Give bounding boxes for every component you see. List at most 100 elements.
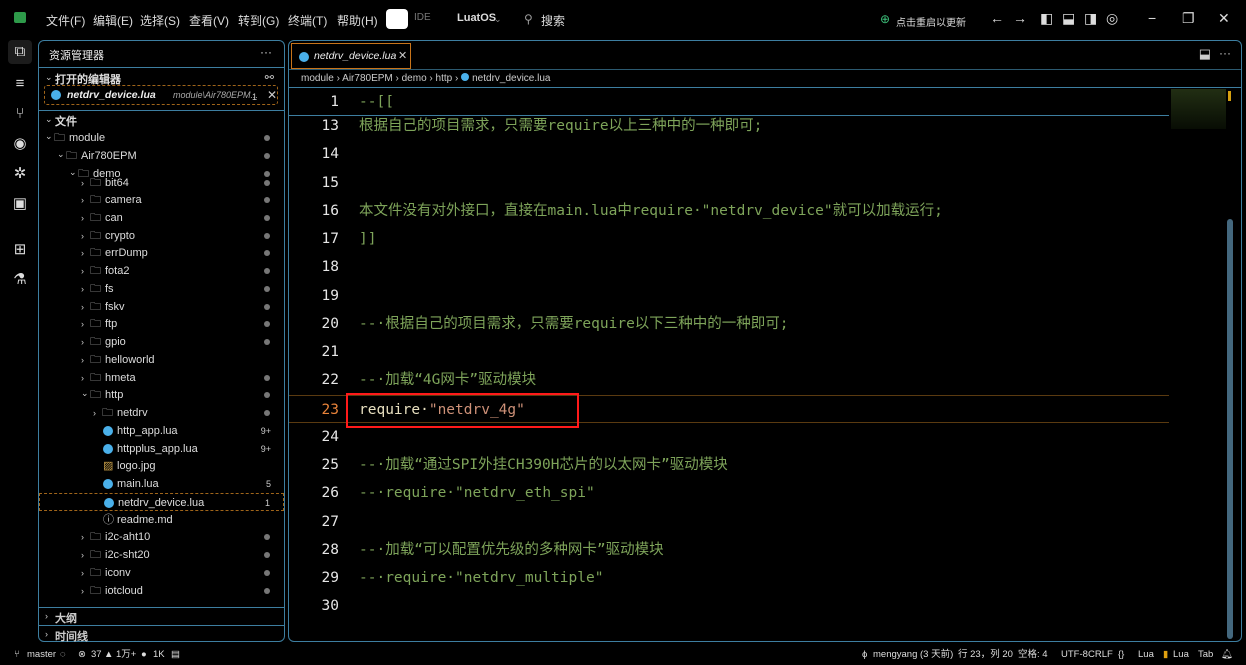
tree-item[interactable]: › 🗀︎ can [39, 209, 284, 227]
braces-icon[interactable]: {} [1118, 645, 1124, 665]
chevron-down-icon[interactable]: ⌄ [45, 129, 53, 145]
more-icon[interactable]: ··· [1219, 46, 1231, 60]
menu-item[interactable]: 查看(V) [189, 12, 229, 29]
files-header[interactable]: 文件 [55, 113, 77, 129]
chevron-down-icon[interactable]: ⌄ [81, 384, 89, 402]
menu-item[interactable]: 转到(G) [238, 12, 279, 29]
minimap[interactable] [1171, 89, 1226, 129]
chevron-right-icon[interactable]: › [81, 582, 84, 600]
tree-item[interactable]: › 🗀︎ helloworld [39, 351, 284, 369]
open-editor-item[interactable]: netdrv_device.lua module\Air780EPM... 1 … [44, 85, 278, 105]
forward-icon[interactable]: → [1013, 10, 1027, 26]
tree-item[interactable]: › 🗀︎ iconv [39, 564, 284, 582]
tree-item[interactable]: › 🗀︎ ftp [39, 315, 284, 333]
testing-icon[interactable]: ⚗ [8, 268, 32, 292]
chevron-down-icon[interactable]: ⌄ [494, 14, 502, 25]
ide-label[interactable]: IDE [414, 12, 431, 23]
cursor-position[interactable]: 行 23，列 20 [958, 645, 1013, 665]
branch-name[interactable]: master [27, 645, 56, 665]
back-icon[interactable]: ← [990, 10, 1004, 26]
breadcrumb-item[interactable]: netdrv_device.lua [472, 73, 550, 84]
tree-item[interactable]: › 🗀︎ iotcloud [39, 582, 284, 600]
chevron-down-icon[interactable]: ⌄ [57, 145, 65, 163]
menu-item[interactable]: 终端(T) [288, 12, 327, 29]
sticky-scroll[interactable]: 1 --[[ [289, 88, 1169, 116]
chevron-right-icon[interactable]: › [81, 333, 84, 351]
timeline-header[interactable]: 时间线 [55, 628, 88, 644]
remote-icon[interactable]: ▣ [8, 192, 32, 216]
extensions-icon[interactable]: ⊞ [8, 238, 32, 262]
menu-item[interactable]: 编辑(E) [93, 12, 133, 29]
editor-tab[interactable]: netdrv_device.lua ✕ [291, 43, 411, 69]
settings-toggle-icon[interactable]: ⚯ [265, 71, 274, 84]
tree-item[interactable]: http_app.lua 9+ [39, 422, 284, 440]
eye-icon[interactable]: ◉ [8, 132, 32, 156]
chevron-right-icon[interactable]: › [81, 174, 84, 192]
tree-item[interactable]: › 🗀︎ crypto [39, 227, 284, 245]
code-area[interactable]: 13 根据自己的项目需求，只需要require以上三种中的一种即可; 14 15 16 本… [289, 111, 1169, 641]
outline-header[interactable]: 大纲 [55, 610, 77, 626]
chevron-right-icon[interactable]: › [81, 528, 84, 546]
menu-item[interactable]: 文件(F) [46, 12, 85, 29]
chevron-right-icon[interactable]: › [81, 546, 84, 564]
tree-item[interactable]: ⌄ 🗀︎ module [39, 129, 284, 147]
language-mode[interactable]: Lua [1138, 645, 1154, 665]
chevron-right-icon[interactable]: › [81, 209, 84, 227]
search-view-icon[interactable]: ≡ [8, 72, 32, 96]
chevron-right-icon[interactable]: › [81, 315, 84, 333]
profile-dropdown[interactable]: LuatOS [457, 12, 496, 24]
tab-mode[interactable]: Tab [1198, 645, 1213, 665]
toggle-panel-icon[interactable]: ⬓ [1062, 10, 1075, 27]
chevron-right-icon[interactable]: › [45, 629, 48, 639]
account-icon[interactable]: ◎ [1106, 10, 1118, 27]
breadcrumb-item[interactable]: demo [402, 73, 427, 84]
breadcrumb-item[interactable]: http [436, 73, 453, 84]
close-icon[interactable]: ✕ [267, 88, 277, 102]
error-count[interactable]: 37 [91, 645, 102, 665]
chevron-right-icon[interactable]: › [81, 280, 84, 298]
minimize-icon[interactable]: − [1148, 10, 1156, 26]
menu-item[interactable]: 帮助(H) [337, 12, 378, 29]
sync-icon[interactable]: ◌ [60, 645, 66, 665]
search-box[interactable]: 搜索 [541, 12, 565, 29]
chevron-right-icon[interactable]: › [81, 298, 84, 316]
tree-item[interactable]: › 🗀︎ fskv [39, 298, 284, 316]
encoding[interactable]: UTF-8 [1061, 645, 1088, 665]
chevron-right-icon[interactable]: › [81, 244, 84, 262]
tree-item[interactable]: › 🗀︎ gpio [39, 333, 284, 351]
tree-item[interactable]: › 🗀︎ fota2 [39, 262, 284, 280]
chevron-right-icon[interactable]: › [81, 191, 84, 209]
close-window-icon[interactable]: ✕ [1218, 10, 1230, 27]
toggle-secondary-sidebar-icon[interactable]: ◨ [1084, 10, 1097, 27]
notifications-icon[interactable]: 🔔︎ [1221, 645, 1233, 665]
toggle-sidebar-icon[interactable]: ◧ [1040, 10, 1053, 27]
breadcrumb-item[interactable]: Air780EPM [342, 73, 393, 84]
tree-item[interactable]: ▨ logo.jpg [39, 457, 284, 475]
lua-runtime[interactable]: Lua [1173, 645, 1189, 665]
menu-item[interactable]: 选择(S) [140, 12, 180, 29]
indentation[interactable]: 空格: 4 [1018, 645, 1048, 665]
more-icon[interactable]: ··· [260, 45, 272, 59]
ports-icon[interactable]: ▤ [171, 645, 180, 665]
tree-item[interactable]: ⓘ readme.md [39, 511, 284, 529]
chevron-right-icon[interactable]: › [93, 404, 96, 422]
chevron-right-icon[interactable]: › [45, 611, 48, 621]
tree-item[interactable]: › 🗀︎ fs [39, 280, 284, 298]
chevron-down-icon[interactable]: ⌄ [45, 114, 53, 125]
close-icon[interactable]: ✕ [398, 49, 407, 62]
tree-item[interactable]: › 🗀︎ netdrv [39, 404, 284, 422]
tree-item[interactable]: › 🗀︎ camera [39, 191, 284, 209]
chevron-right-icon[interactable]: › [81, 227, 84, 245]
chevron-right-icon[interactable]: › [81, 564, 84, 582]
debug-icon[interactable]: ✲ [8, 162, 32, 186]
tree-item[interactable]: › 🗀︎ hmeta [39, 369, 284, 387]
ide-toggle-icon[interactable] [386, 9, 408, 29]
tree-item[interactable]: › 🗀︎ errDump [39, 244, 284, 262]
source-control-icon[interactable]: ⑂ [8, 102, 32, 126]
breadcrumb-item[interactable]: module [301, 73, 334, 84]
split-editor-icon[interactable]: ⬓ [1199, 46, 1211, 62]
blame-info[interactable]: mengyang (3 天前) [873, 645, 953, 665]
restore-icon[interactable]: ❐ [1182, 10, 1195, 27]
warning-count[interactable]: 1万+ [116, 645, 136, 665]
chevron-down-icon[interactable]: ⌄ [45, 72, 53, 83]
